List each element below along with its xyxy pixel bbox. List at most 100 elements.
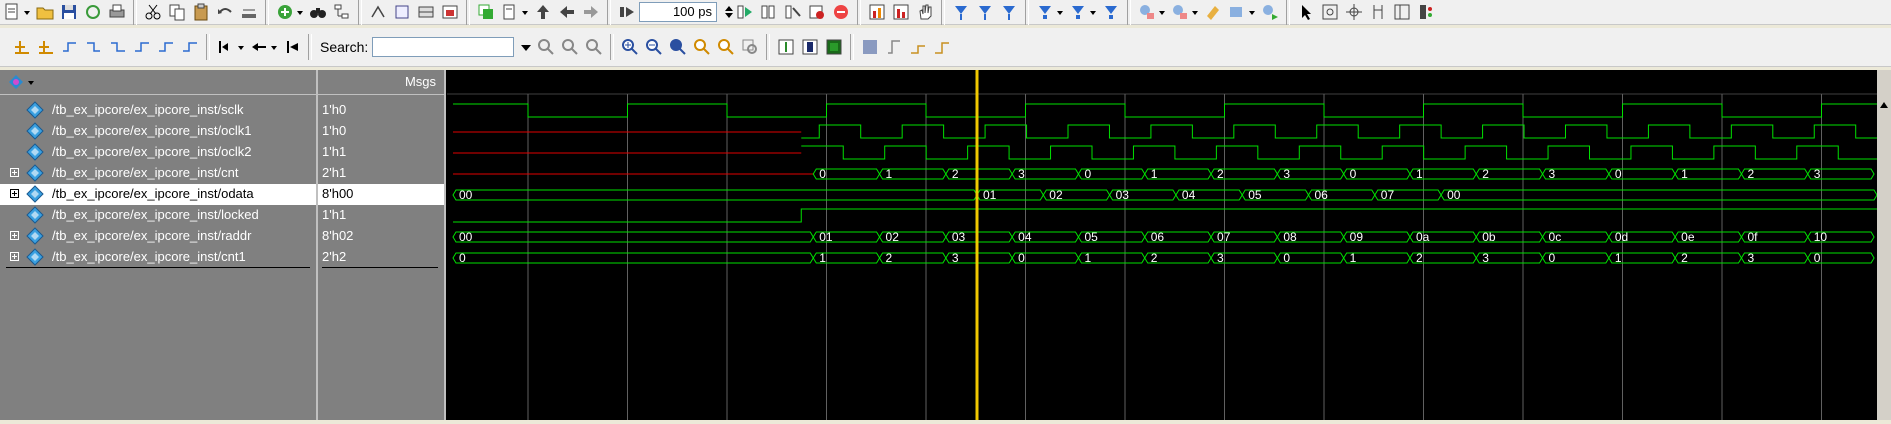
spinner-icon[interactable] bbox=[719, 2, 733, 22]
signal-row[interactable]: /tb_ex_ipcore/ex_ipcore_inst/sclk bbox=[0, 100, 316, 121]
memory-icon[interactable] bbox=[416, 2, 436, 22]
signal-value-row[interactable]: 1'h0 bbox=[318, 100, 444, 121]
open-folder-icon[interactable] bbox=[35, 2, 55, 22]
profile-icon[interactable] bbox=[440, 2, 460, 22]
signal-value-row[interactable]: 2'h1 bbox=[318, 163, 444, 184]
signal-value-row[interactable]: 2'h2 bbox=[318, 247, 444, 268]
step-forward-icon[interactable] bbox=[581, 2, 601, 22]
signal-row[interactable]: /tb_ex_ipcore/ex_ipcore_inst/odata bbox=[0, 184, 316, 205]
wave-format-icon[interactable] bbox=[776, 37, 796, 57]
add-list-dropdown-icon[interactable] bbox=[1192, 2, 1198, 22]
copy-icon[interactable] bbox=[167, 2, 187, 22]
prev-edge-icon[interactable] bbox=[60, 37, 80, 57]
signal-value-row[interactable]: 1'h1 bbox=[318, 142, 444, 163]
compile-dropdown-icon[interactable] bbox=[297, 2, 303, 22]
add-wave-icon[interactable] bbox=[1137, 2, 1157, 22]
waveform-svg[interactable]: 0 1 2 3 0 1 2 3 0 1 2 3 0 1 2 300 01 02 03 04 05 06 07 0000 01 02… bbox=[447, 70, 1878, 420]
select-mode-icon[interactable] bbox=[1296, 2, 1316, 22]
insert-cursor-icon[interactable] bbox=[12, 37, 32, 57]
waveform-canvas[interactable]: 0 1 2 3 0 1 2 3 0 1 2 3 0 1 2 3 00 01 02 03 04 05 06 07 00 00 01 02… bbox=[447, 70, 1878, 420]
new-file-dropdown-icon[interactable] bbox=[24, 2, 30, 22]
hand-icon[interactable] bbox=[915, 2, 935, 22]
signal-row[interactable]: /tb_ex_ipcore/ex_ipcore_inst/cnt1 bbox=[0, 247, 316, 268]
paste-icon[interactable] bbox=[191, 2, 211, 22]
run-length-icon[interactable] bbox=[500, 2, 520, 22]
add-schematic-icon[interactable] bbox=[1260, 2, 1280, 22]
zoom-out-icon[interactable] bbox=[644, 37, 664, 57]
prev-rising-edge-icon[interactable] bbox=[156, 37, 176, 57]
wave-literal-icon[interactable] bbox=[908, 37, 928, 57]
signal-palette-icon[interactable] bbox=[6, 72, 26, 92]
zoom-in-icon[interactable] bbox=[620, 37, 640, 57]
add-dataflow-icon[interactable] bbox=[1227, 2, 1247, 22]
signal-row[interactable]: /tb_ex_ipcore/ex_ipcore_inst/cnt bbox=[0, 163, 316, 184]
restart-icon[interactable] bbox=[476, 2, 496, 22]
prev-falling-edge-icon[interactable] bbox=[108, 37, 128, 57]
signal-palette-dropdown-icon[interactable] bbox=[28, 72, 34, 92]
add-dataflow-dropdown-icon[interactable] bbox=[1249, 2, 1255, 22]
expand-icon[interactable] bbox=[10, 252, 19, 261]
trace-next-icon[interactable] bbox=[1101, 2, 1121, 22]
expand-time-dropdown-icon[interactable] bbox=[238, 37, 244, 57]
delete-cursor-icon[interactable] bbox=[36, 37, 56, 57]
dataflow-mode-icon[interactable] bbox=[1416, 2, 1436, 22]
trace-xz-icon[interactable] bbox=[1068, 2, 1088, 22]
reload-icon[interactable] bbox=[83, 2, 103, 22]
run-continue-icon[interactable] bbox=[759, 2, 779, 22]
trace-input-icon[interactable] bbox=[1035, 2, 1055, 22]
next-rising-edge-icon[interactable] bbox=[180, 37, 200, 57]
wave-grid-icon[interactable] bbox=[860, 37, 880, 57]
find-icon[interactable] bbox=[239, 2, 259, 22]
search-options-icon[interactable] bbox=[584, 37, 604, 57]
trace-input-dropdown-icon[interactable] bbox=[1057, 2, 1063, 22]
hierarchy-icon[interactable] bbox=[332, 2, 352, 22]
run-length-dropdown-icon[interactable] bbox=[522, 2, 528, 22]
signal-value-row[interactable]: 1'h0 bbox=[318, 121, 444, 142]
step-into-icon[interactable] bbox=[392, 2, 412, 22]
step-up-icon[interactable] bbox=[533, 2, 553, 22]
zoom-last-icon[interactable] bbox=[740, 37, 760, 57]
find-readers-icon[interactable] bbox=[975, 2, 995, 22]
search-backward-icon[interactable] bbox=[536, 37, 556, 57]
zoom-cursor-icon[interactable] bbox=[692, 37, 712, 57]
run-all-icon[interactable] bbox=[783, 2, 803, 22]
trace-icon[interactable] bbox=[999, 2, 1019, 22]
print-icon[interactable] bbox=[107, 2, 127, 22]
search-forward-icon[interactable] bbox=[560, 37, 580, 57]
edit-mode-icon[interactable] bbox=[1368, 2, 1388, 22]
pan-mode-icon[interactable] bbox=[1344, 2, 1364, 22]
wave-logic-icon[interactable] bbox=[932, 37, 952, 57]
performance-icon[interactable] bbox=[867, 2, 887, 22]
stretch-mode-icon[interactable] bbox=[1392, 2, 1412, 22]
vertical-scrollbar[interactable] bbox=[1877, 70, 1891, 420]
expand-delta-icon[interactable] bbox=[249, 37, 269, 57]
wave-fill-icon[interactable] bbox=[824, 37, 844, 57]
save-icon[interactable] bbox=[59, 2, 79, 22]
event-icon[interactable] bbox=[282, 37, 302, 57]
scroll-up-arrow-icon[interactable] bbox=[1877, 98, 1891, 112]
break-icon[interactable] bbox=[807, 2, 827, 22]
memory-profile-icon[interactable] bbox=[891, 2, 911, 22]
expand-icon[interactable] bbox=[10, 168, 19, 177]
step-back-icon[interactable] bbox=[557, 2, 577, 22]
compile-icon[interactable] bbox=[275, 2, 295, 22]
undo-icon[interactable] bbox=[215, 2, 235, 22]
expand-icon[interactable] bbox=[10, 231, 19, 240]
signal-row[interactable]: /tb_ex_ipcore/ex_ipcore_inst/locked bbox=[0, 205, 316, 226]
expand-delta-dropdown-icon[interactable] bbox=[271, 37, 277, 57]
signal-row[interactable]: /tb_ex_ipcore/ex_ipcore_inst/raddr bbox=[0, 226, 316, 247]
add-log-icon[interactable] bbox=[1203, 2, 1223, 22]
zoom-full-icon[interactable] bbox=[668, 37, 688, 57]
stop-icon[interactable] bbox=[831, 2, 851, 22]
signal-row[interactable]: /tb_ex_ipcore/ex_ipcore_inst/oclk1 bbox=[0, 121, 316, 142]
wave-color-icon[interactable] bbox=[800, 37, 820, 57]
next-edge-icon[interactable] bbox=[84, 37, 104, 57]
zoom-mode-icon[interactable] bbox=[1320, 2, 1340, 22]
new-file-icon[interactable] bbox=[2, 2, 22, 22]
run-time-icon[interactable] bbox=[617, 2, 637, 22]
signal-value-row[interactable]: 8'h00 bbox=[318, 184, 444, 205]
binoculars-icon[interactable] bbox=[308, 2, 328, 22]
wave-step-icon[interactable] bbox=[884, 37, 904, 57]
next-falling-edge-icon[interactable] bbox=[132, 37, 152, 57]
zoom-region-icon[interactable] bbox=[716, 37, 736, 57]
